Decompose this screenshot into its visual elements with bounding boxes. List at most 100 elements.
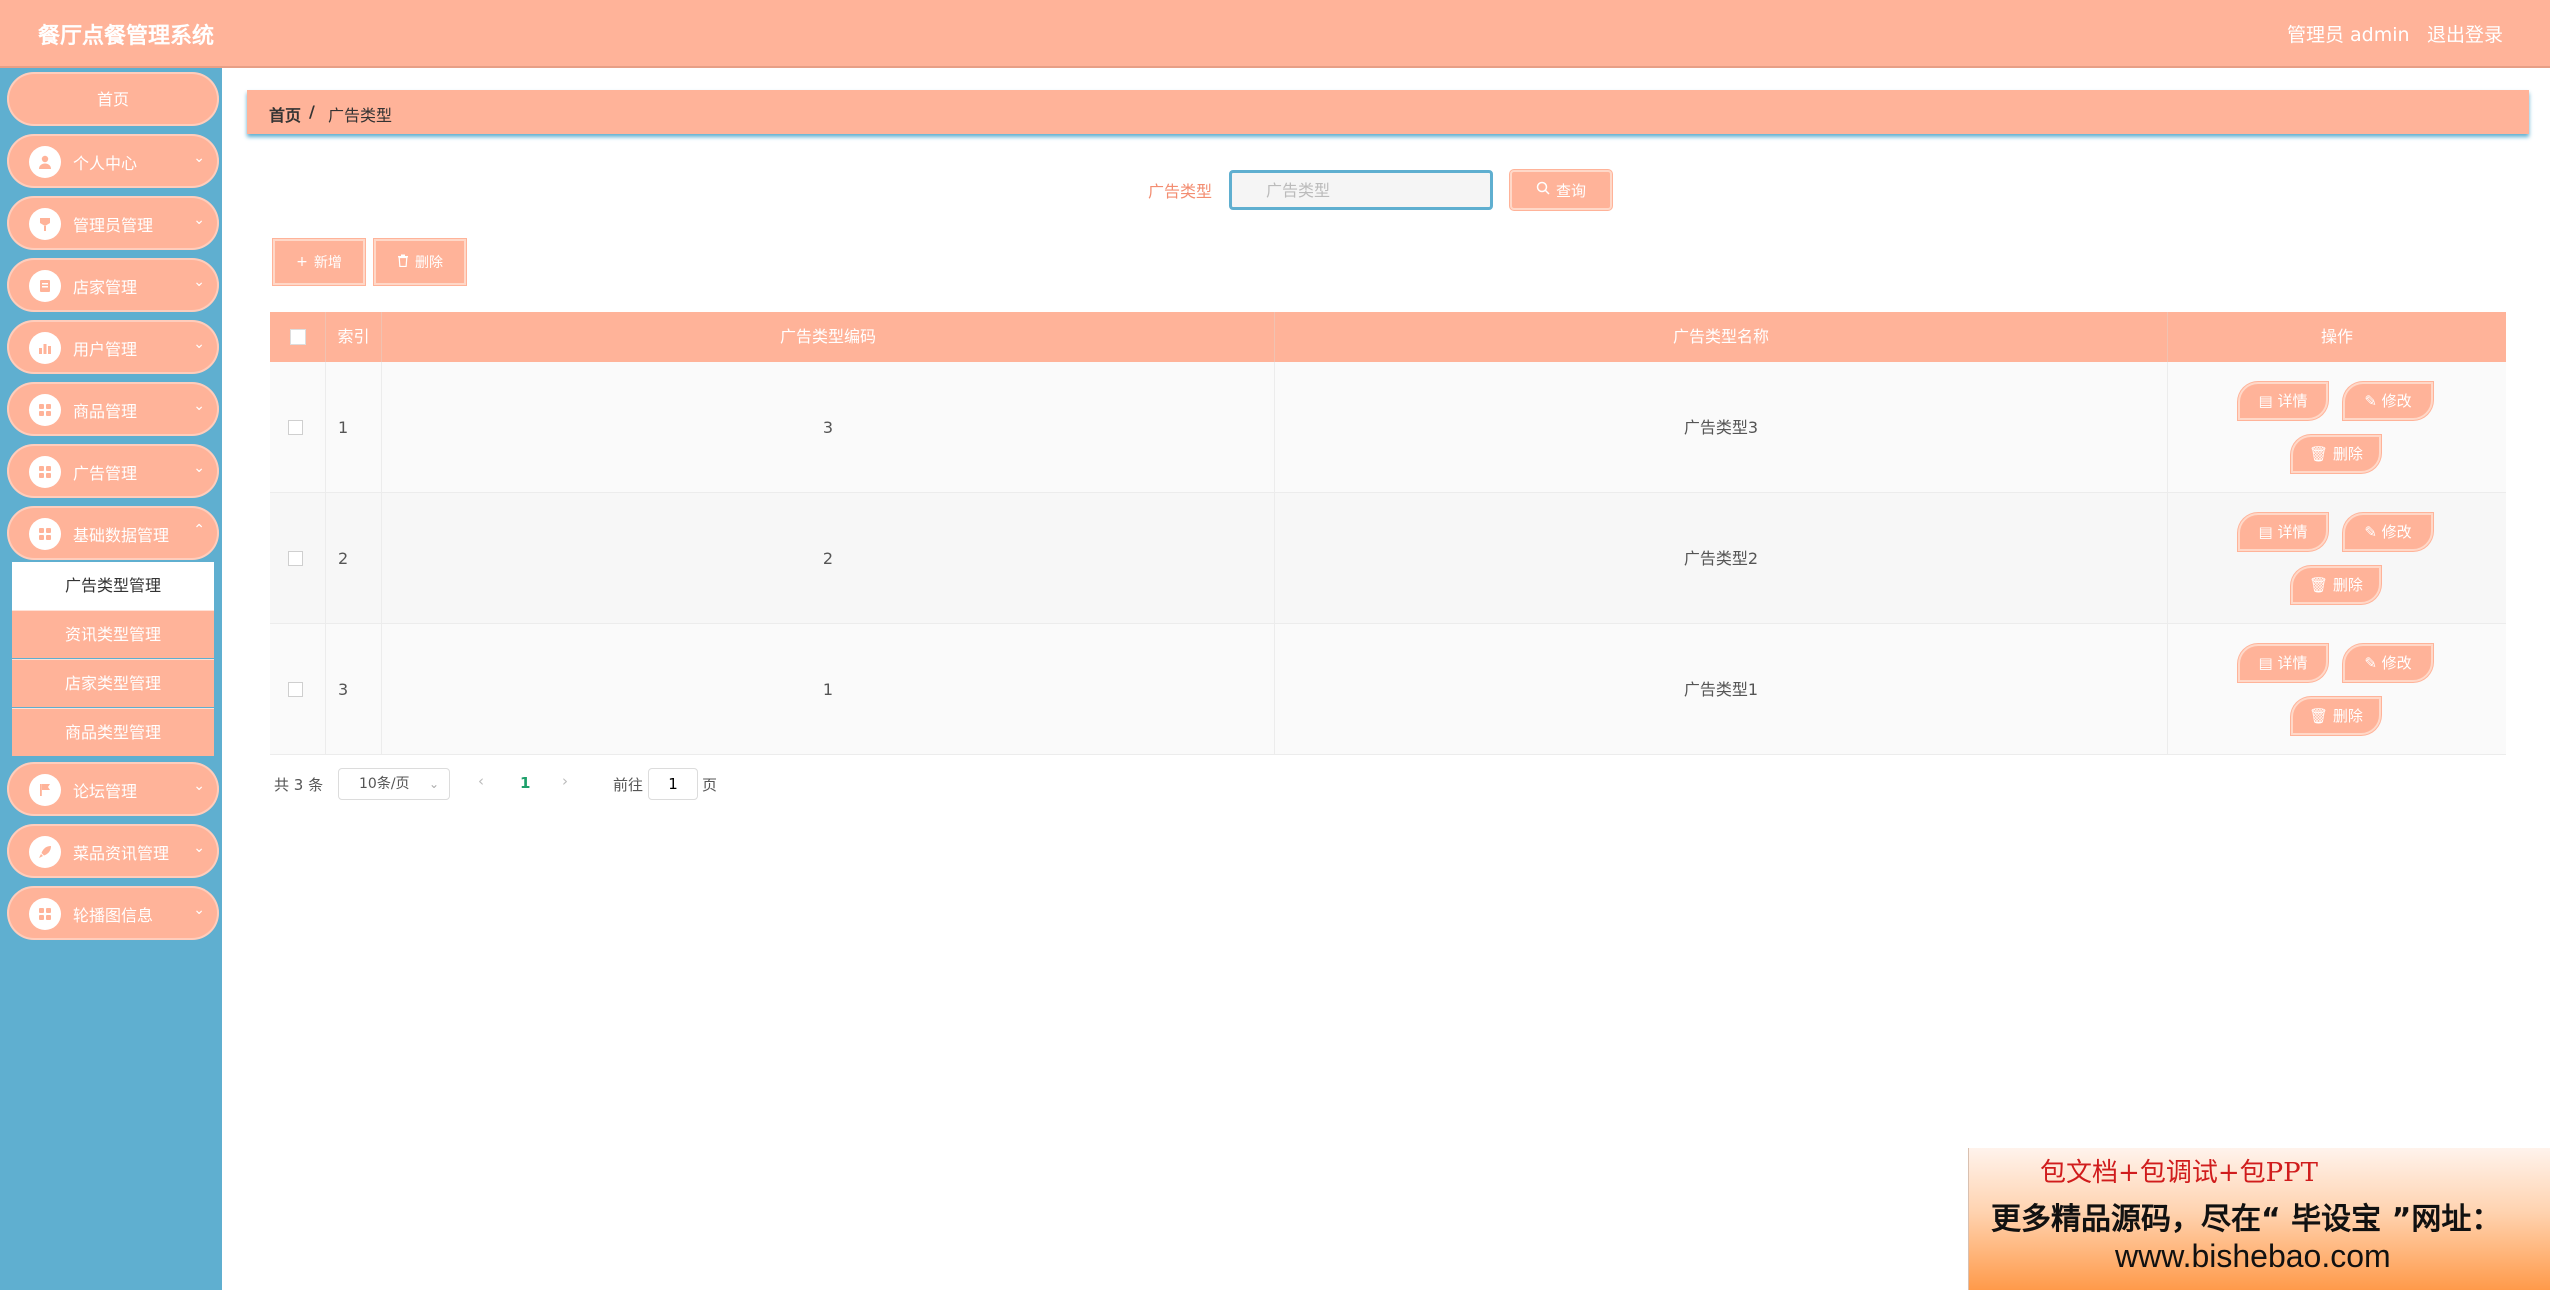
sidebar-item-label: 个人中心 [73,154,138,173]
page-size-value: 10条/页 [359,776,410,792]
sidebar-item-user-management[interactable]: 用户管理 ⌄ [7,320,219,374]
sidebar-item-personal-center[interactable]: 个人中心 ⌄ [7,134,219,188]
admin-icon [29,208,61,240]
pagination-total: 共 3 条 [274,776,324,794]
sidebar-item-label: 商品管理 [73,402,138,421]
sidebar: 首页 个人中心 ⌄ 管理员管理 ⌄ 店家管理 ⌄ 用户管理 ⌄ 商品管理 ⌄ 广… [0,68,222,1290]
cell-name: 广告类型2 [1275,493,2168,624]
sidebar-item-label: 首页 [96,90,129,109]
cell-index: 3 [326,624,382,755]
delete-button[interactable]: 🗑︎ 删除 [2291,697,2381,735]
document-icon: ▤ [2258,654,2278,672]
prev-page-button[interactable]: ‹ [478,772,484,790]
grid-icon [29,898,61,930]
goto-unit: 页 [702,776,718,794]
pencil-icon: ✎ [2364,654,2382,672]
sidebar-item-base-data-management[interactable]: 基础数据管理 ⌃ [7,506,219,560]
detail-button[interactable]: ▤ 详情 [2238,513,2328,551]
search-icon [1536,181,1550,199]
query-button-label: 查询 [1555,181,1586,200]
sidebar-item-label: 店家管理 [73,278,138,297]
page-number-current[interactable]: 1 [520,774,530,792]
sidebar-item-label: 轮播图信息 [73,906,154,925]
row-checkbox[interactable] [288,682,303,697]
page-size-select[interactable]: 10条/页 ⌄ [338,768,450,800]
chevron-down-icon: ⌄ [193,398,205,414]
next-page-button[interactable]: › [562,772,568,790]
pencil-icon: ✎ [2364,392,2382,410]
goto-page-input[interactable] [648,768,698,800]
sidebar-item-label: 论坛管理 [73,782,138,801]
delete-label: 删除 [2332,445,2363,463]
sidebar-item-home[interactable]: 首页 [7,72,219,126]
cell-actions: ▤ 详情 ✎ 修改 🗑︎ 删除 [2168,362,2506,493]
table-header: 索引 广告类型编码 广告类型名称 操作 [270,312,2506,362]
query-button[interactable]: 查询 [1510,170,1612,210]
add-button-label: 新增 [313,255,342,271]
detail-button[interactable]: ▤ 详情 [2238,644,2328,682]
column-header-actions: 操作 [2320,327,2353,346]
edit-button[interactable]: ✎ 修改 [2343,382,2433,420]
chevron-down-icon: ⌄ [193,212,205,228]
delete-button[interactable]: 🗑︎ 删除 [2291,435,2381,473]
submenu-item-news-type[interactable]: 资讯类型管理 [12,610,214,658]
column-header-name: 广告类型名称 [1275,312,2168,362]
goto-label: 前往 [613,776,644,794]
select-all-checkbox[interactable] [290,329,306,345]
document-icon: ▤ [2258,523,2278,541]
cell-code: 3 [382,362,1275,493]
batch-delete-button[interactable]: 删除 [374,239,466,285]
logout-link[interactable]: 退出登录 [2427,20,2503,47]
submenu-item-ad-type[interactable]: 广告类型管理 [12,562,214,610]
sidebar-item-label: 广告管理 [73,464,138,483]
user-icon [29,146,61,178]
sidebar-item-label: 基础数据管理 [73,526,170,545]
chart-icon [29,332,61,364]
cell-index: 1 [326,362,382,493]
detail-label: 详情 [2277,654,2308,672]
document-icon: ▤ [2258,392,2278,410]
breadcrumb-home[interactable]: 首页 [269,102,301,126]
breadcrumb-separator: / [309,102,315,121]
row-checkbox[interactable] [288,551,303,566]
sidebar-item-ad-management[interactable]: 广告管理 ⌄ [7,444,219,498]
row-checkbox-cell [270,624,326,755]
sidebar-item-dish-news-management[interactable]: 菜品资讯管理 ⌄ [7,824,219,878]
sidebar-item-carousel-info[interactable]: 轮播图信息 ⌄ [7,886,219,940]
chevron-up-icon: ⌃ [193,522,205,538]
current-user-label: 管理员 admin [2287,24,2410,46]
chevron-down-icon: ⌄ [193,460,205,476]
cell-index: 2 [326,493,382,624]
shop-icon [29,270,61,302]
edit-label: 修改 [2381,523,2412,541]
table-row: 3 1 广告类型1 ▤ 详情 ✎ 修改 🗑︎ 删除 [270,624,2506,755]
edit-label: 修改 [2381,654,2412,672]
delete-button[interactable]: 🗑︎ 删除 [2291,566,2381,604]
delete-label: 删除 [2332,576,2363,594]
edit-button[interactable]: ✎ 修改 [2343,644,2433,682]
chevron-down-icon: ⌄ [193,902,205,918]
detail-button[interactable]: ▤ 详情 [2238,382,2328,420]
search-label: 广告类型 [1148,182,1213,201]
ad-type-search-input[interactable] [1229,170,1493,210]
chevron-down-icon: ⌄ [428,777,439,791]
sidebar-item-admin-management[interactable]: 管理员管理 ⌄ [7,196,219,250]
breadcrumb-current: 广告类型 [328,106,393,125]
chevron-down-icon: ⌄ [193,274,205,290]
sidebar-item-forum-management[interactable]: 论坛管理 ⌄ [7,762,219,816]
cell-code: 2 [382,493,1275,624]
sidebar-item-shop-management[interactable]: 店家管理 ⌄ [7,258,219,312]
cell-name: 广告类型1 [1275,624,2168,755]
submenu-item-shop-type[interactable]: 店家类型管理 [12,659,214,707]
row-checkbox[interactable] [288,420,303,435]
trash-icon [397,254,409,271]
chevron-down-icon: ⌄ [193,150,205,166]
edit-button[interactable]: ✎ 修改 [2343,513,2433,551]
submenu-item-product-type[interactable]: 商品类型管理 [12,708,214,756]
header-checkbox-cell [270,312,326,362]
sidebar-item-product-management[interactable]: 商品管理 ⌄ [7,382,219,436]
grid-icon [29,518,61,550]
banner-line-2: 更多精品源码，尽在“ 毕设宝 ”网址： [1991,1202,2502,1237]
add-button[interactable]: + 新增 [273,239,365,285]
banner-line-1: 包文档+包调试+包PPT [2040,1158,2318,1188]
